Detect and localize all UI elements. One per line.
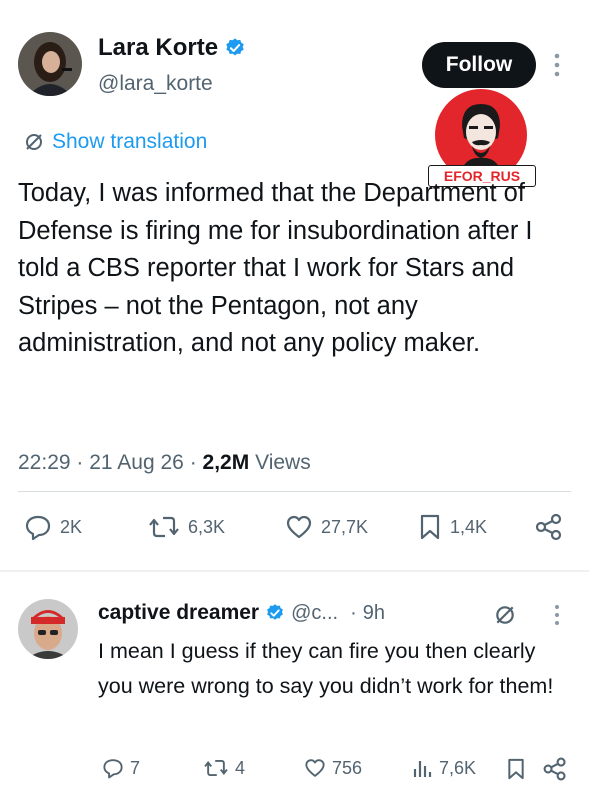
reply-repost-count: 4 xyxy=(235,757,246,778)
heart-icon xyxy=(285,513,313,541)
reply-author-name[interactable]: captive dreamer xyxy=(98,601,259,625)
more-options-icon[interactable] xyxy=(552,50,562,80)
heart-icon xyxy=(304,757,326,779)
views-count: 2,2M xyxy=(202,451,250,474)
divider xyxy=(0,570,589,572)
bookmark-button[interactable]: 1,4K xyxy=(418,513,487,541)
reply-more-options-icon[interactable] xyxy=(552,602,562,628)
reply-like-button[interactable]: 756 xyxy=(304,757,362,779)
reply-reply-button[interactable]: 7 xyxy=(102,757,140,779)
author-avatar[interactable] xyxy=(18,32,82,96)
author-handle[interactable]: @lara_korte xyxy=(98,72,213,96)
repost-button[interactable]: 6,3K xyxy=(148,513,225,541)
reply-icon xyxy=(102,757,124,779)
bookmark-icon xyxy=(418,513,442,541)
reply-avatar[interactable] xyxy=(18,599,78,659)
reply-button[interactable]: 2K xyxy=(24,513,82,541)
reply-repost-button[interactable]: 4 xyxy=(203,757,245,779)
reply-views-button[interactable]: 7,6K xyxy=(411,757,476,779)
reply-count: 2K xyxy=(60,516,83,537)
divider xyxy=(18,491,571,492)
tweet-meta: 22:29 · 21 Aug 26 · 2,2M Views xyxy=(18,451,311,474)
show-translation-label[interactable]: Show translation xyxy=(52,130,207,154)
verified-badge-icon xyxy=(224,37,246,59)
translate-icon[interactable] xyxy=(494,604,516,626)
translate-icon xyxy=(24,132,44,152)
repost-icon xyxy=(203,757,229,779)
show-translation-link[interactable]: Show translation xyxy=(24,130,207,154)
tweet-text: Today, I was informed that the Departmen… xyxy=(18,179,533,357)
repost-icon xyxy=(148,513,180,541)
reply-author-handle[interactable]: @c... xyxy=(291,602,338,625)
repost-count: 6,3K xyxy=(188,516,226,537)
views-icon xyxy=(411,757,433,779)
reply-views-count: 7,6K xyxy=(439,757,477,778)
views-label: Views xyxy=(255,451,311,474)
reply-like-count: 756 xyxy=(332,757,363,778)
share-icon[interactable] xyxy=(534,512,564,542)
share-icon[interactable] xyxy=(542,756,568,782)
author-name[interactable]: Lara Korte xyxy=(98,34,218,62)
bookmark-count: 1,4K xyxy=(450,516,488,537)
tweet-date[interactable]: 21 Aug 26 xyxy=(89,451,184,474)
like-count: 27,7K xyxy=(321,516,369,537)
tweet-time[interactable]: 22:29 xyxy=(18,451,71,474)
reply-reply-count: 7 xyxy=(130,757,141,778)
reply-icon xyxy=(24,513,52,541)
verified-badge-icon xyxy=(265,603,285,623)
like-button[interactable]: 27,7K xyxy=(285,513,368,541)
reply-age[interactable]: 9h xyxy=(363,602,385,625)
bookmark-icon[interactable] xyxy=(506,757,526,781)
follow-button[interactable]: Follow xyxy=(422,42,536,88)
reply-text: I mean I guess if they can fire you then… xyxy=(98,639,554,698)
